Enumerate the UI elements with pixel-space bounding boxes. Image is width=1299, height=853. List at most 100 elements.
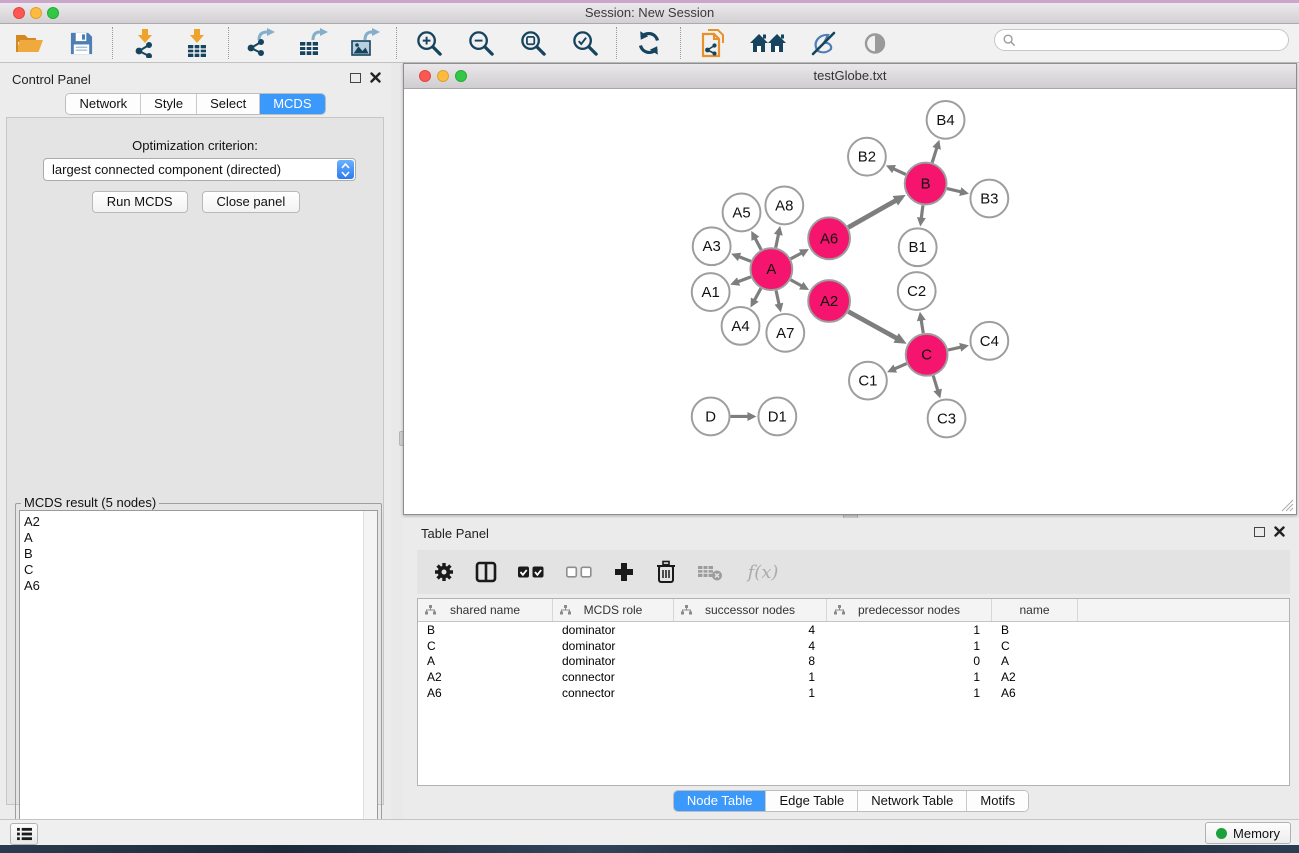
function-builder-button[interactable]: f(x) [741,558,785,586]
delete-table-button[interactable] [695,558,725,586]
memory-button[interactable]: Memory [1205,822,1291,844]
zoom-fit-button[interactable] [516,27,550,59]
graph-edge[interactable] [848,312,897,339]
table-cell: dominator [553,623,674,637]
mcds-result-list[interactable]: A2ABCA6 [19,510,378,842]
search-input[interactable] [1021,32,1280,48]
mcds-result-item[interactable]: C [20,562,363,578]
float-table-panel-icon[interactable] [1254,527,1265,537]
graph-edge[interactable] [921,205,923,219]
tab-select[interactable]: Select [197,94,260,114]
mcds-result-item[interactable]: A2 [20,514,363,530]
close-panel-button[interactable]: Close panel [202,191,301,213]
maximize-view-button[interactable] [455,70,467,82]
tab-style[interactable]: Style [141,94,197,114]
table-cell: A2 [418,670,553,684]
graph-edge[interactable] [948,347,962,350]
column-header-predecessor-nodes[interactable]: predecessor nodes [827,599,992,621]
network-canvas[interactable]: B4B2BB3A5A8A3A6B1AA1C2A2A4A7C4CC1C3DD1 [404,89,1296,514]
mcds-result-item[interactable]: A6 [20,578,363,594]
edge-arrowhead [933,389,942,399]
minimize-window-button[interactable] [30,7,42,19]
close-table-panel-icon[interactable] [1274,526,1285,537]
tab-network[interactable]: Network [66,94,141,114]
home-icon [749,31,787,55]
table-row[interactable]: Adominator80A [418,653,1289,669]
tab-edge-table[interactable]: Edge Table [766,791,858,811]
column-header-name[interactable]: name [992,599,1078,621]
export-image-icon [349,28,381,58]
network-graph[interactable]: B4B2BB3A5A8A3A6B1AA1C2A2A4A7C4CC1C3DD1 [404,89,1296,514]
graph-edge[interactable] [893,168,906,174]
column-header-shared-name[interactable]: shared name [418,599,553,621]
export-image-button[interactable] [348,27,382,59]
run-mcds-button[interactable]: Run MCDS [92,191,188,213]
tab-node-table[interactable]: Node Table [674,791,767,811]
delete-button[interactable] [653,558,679,586]
resize-grip-icon[interactable] [1281,499,1294,512]
graph-edge[interactable] [933,376,938,392]
gear-button[interactable] [431,558,457,586]
tab-motifs[interactable]: Motifs [967,791,1028,811]
home-button[interactable] [748,27,788,59]
graph-edge[interactable] [791,253,803,259]
deselect-all-button[interactable] [563,558,595,586]
zoom-out-button[interactable] [464,27,498,59]
save-session-button[interactable] [64,27,98,59]
close-panel-icon[interactable] [370,72,381,83]
graph-edge[interactable] [754,288,761,301]
graph-edge[interactable] [921,319,923,333]
zoom-in-button[interactable] [412,27,446,59]
search-field[interactable] [994,29,1289,51]
open-file-button[interactable] [12,27,46,59]
graph-edge[interactable] [776,291,779,306]
graph-edge[interactable] [755,238,761,250]
list-icon [17,827,32,841]
select-stepper-icon [337,160,354,179]
task-history-button[interactable] [10,823,38,845]
tab-network-table[interactable]: Network Table [858,791,967,811]
graph-edge[interactable] [737,277,751,282]
column-header-MCDS-role[interactable]: MCDS role [553,599,674,621]
show-graphics-button[interactable] [858,27,892,59]
zoom-selected-button[interactable] [568,27,602,59]
select-all-button[interactable] [515,558,547,586]
float-panel-icon[interactable] [350,73,361,83]
minimize-view-button[interactable] [437,70,449,82]
node-label-C2: C2 [907,283,926,300]
close-window-button[interactable] [13,7,25,19]
refresh-button[interactable] [632,27,666,59]
table-row[interactable]: A2connector11A2 [418,669,1289,685]
optimization-criterion-select[interactable]: largest connected component (directed) [43,158,356,181]
hide-annotations-button[interactable] [806,27,840,59]
shared-column-icon [834,605,845,615]
graph-edge[interactable] [791,280,803,287]
graph-edge[interactable] [776,233,779,247]
table-row[interactable]: Cdominator41C [418,638,1289,654]
export-network-button[interactable] [244,27,278,59]
network-snapshot-button[interactable] [696,27,730,59]
graph-edge[interactable] [947,189,962,192]
graph-edge[interactable] [738,256,751,261]
table-row[interactable]: A6connector11A6 [418,685,1289,701]
import-table-button[interactable] [180,27,214,59]
close-view-button[interactable] [419,70,431,82]
maximize-window-button[interactable] [47,7,59,19]
mcds-result-item[interactable]: B [20,546,363,562]
graph-edge[interactable] [848,200,896,227]
column-header-successor-nodes[interactable]: successor nodes [674,599,827,621]
save-session-icon [69,31,94,56]
table-row[interactable]: Bdominator41B [418,622,1289,638]
split-column-button[interactable] [473,558,499,586]
mcds-result-item[interactable]: A [20,530,363,546]
network-window-titlebar[interactable]: testGlobe.txt [404,64,1296,89]
delete-table-icon [697,563,723,581]
export-table-button[interactable] [296,27,330,59]
zoom-in-icon [415,29,444,58]
import-network-button[interactable] [128,27,162,59]
tab-mcds[interactable]: MCDS [260,94,324,114]
add-button[interactable] [611,558,637,586]
graph-edge[interactable] [932,147,937,163]
graph-edge[interactable] [894,364,907,370]
scrollbar-track[interactable] [363,511,377,841]
